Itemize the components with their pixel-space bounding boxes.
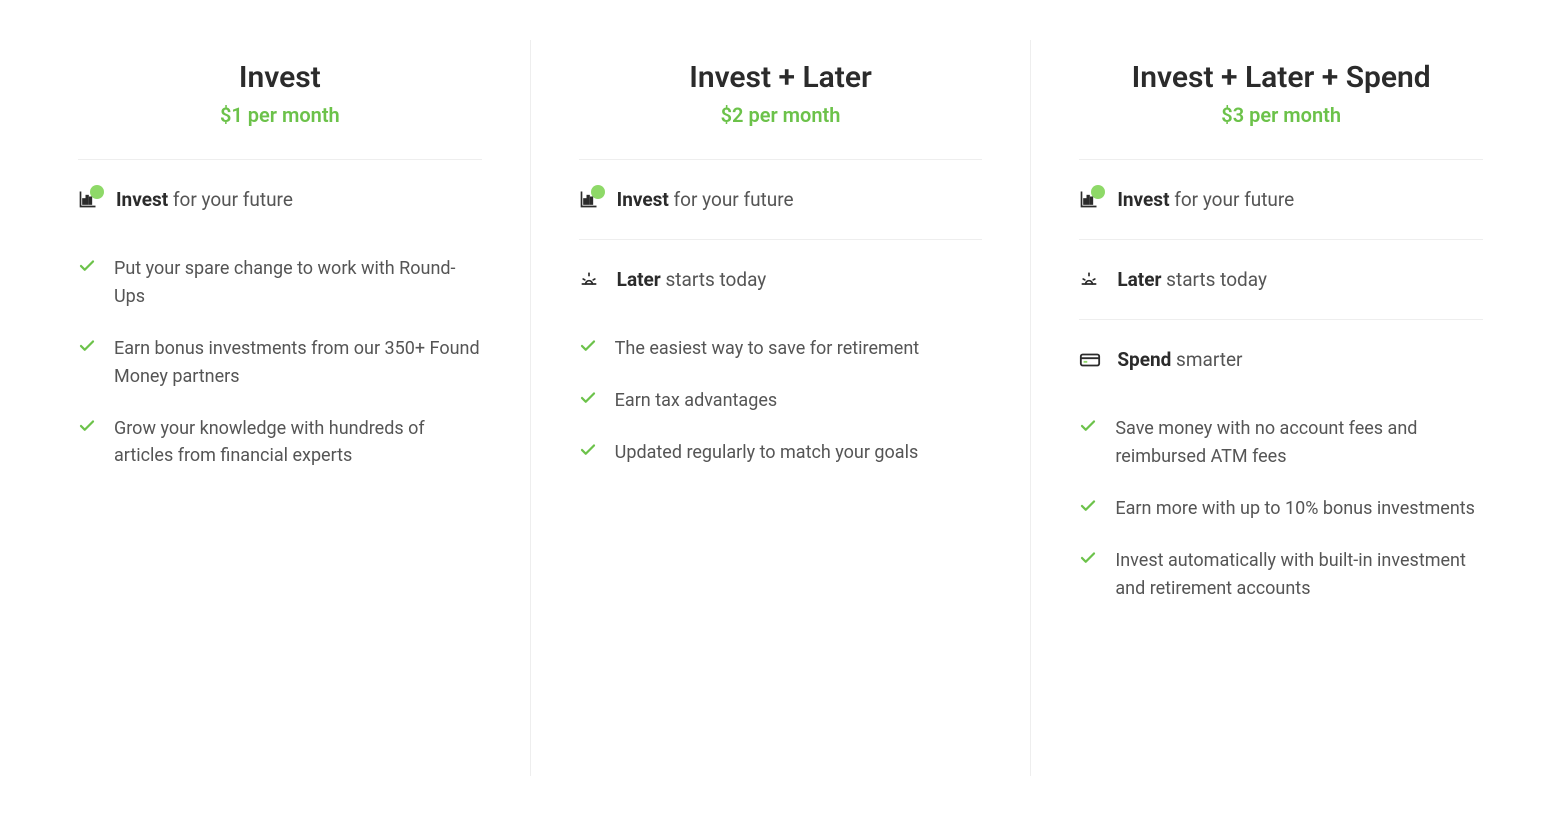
check-icon [1079,549,1097,567]
plan-title: Invest + Later + Spend [1079,60,1483,95]
plan-price: $3 per month [1079,103,1483,127]
check-icon [78,337,96,355]
chart-icon [1079,189,1101,211]
sunrise-icon [579,269,601,291]
list-item: Earn more with up to 10% bonus investmen… [1079,483,1483,535]
feature-list: Save money with no account fees and reim… [1079,403,1483,614]
section-later: Later starts today [1079,240,1483,320]
check-icon [579,441,597,459]
list-item: Earn bonus investments from our 350+ Fou… [78,323,482,403]
section-label: Invest for your future [116,188,293,211]
check-icon [1079,497,1097,515]
section-label: Later starts today [617,268,767,291]
section-label: Invest for your future [1117,188,1294,211]
plan-title: Invest [78,60,482,95]
plan-invest: Invest $1 per month Invest for your futu… [30,40,530,776]
plan-header: Invest $1 per month [78,60,482,160]
list-item: Grow your knowledge with hundreds of art… [78,403,482,483]
section-label: Later starts today [1117,268,1267,291]
list-item: The easiest way to save for retirement [579,323,983,375]
section-invest: Invest for your future [78,160,482,221]
list-item: Save money with no account fees and reim… [1079,403,1483,483]
feature-list: The easiest way to save for retirement E… [579,323,983,479]
section-invest: Invest for your future [1079,160,1483,240]
check-icon [78,257,96,275]
plan-header: Invest + Later $2 per month [579,60,983,160]
chart-icon [78,189,100,211]
feature-text: Earn tax advantages [615,387,777,415]
sunrise-icon [1079,269,1101,291]
feature-text: Earn bonus investments from our 350+ Fou… [114,335,482,391]
check-icon [579,389,597,407]
feature-text: Updated regularly to match your goals [615,439,919,467]
section-later: Later starts today [579,240,983,301]
feature-text: Put your spare change to work with Round… [114,255,482,311]
feature-text: Grow your knowledge with hundreds of art… [114,415,482,471]
section-invest: Invest for your future [579,160,983,240]
feature-text: Invest automatically with built-in inves… [1115,547,1483,603]
feature-list: Put your spare change to work with Round… [78,243,482,482]
section-label: Invest for your future [617,188,794,211]
feature-text: Save money with no account fees and reim… [1115,415,1483,471]
plan-invest-later: Invest + Later $2 per month Invest for y… [530,40,1031,776]
card-icon [1079,349,1101,371]
plan-header: Invest + Later + Spend $3 per month [1079,60,1483,160]
section-spend: Spend smarter [1079,320,1483,381]
check-icon [1079,417,1097,435]
plan-title: Invest + Later [579,60,983,95]
list-item: Updated regularly to match your goals [579,427,983,479]
plan-price: $1 per month [78,103,482,127]
list-item: Earn tax advantages [579,375,983,427]
chart-icon [579,189,601,211]
section-label: Spend smarter [1117,348,1242,371]
check-icon [579,337,597,355]
list-item: Invest automatically with built-in inves… [1079,535,1483,615]
plan-price: $2 per month [579,103,983,127]
pricing-comparison: Invest $1 per month Invest for your futu… [0,0,1561,816]
plan-invest-later-spend: Invest + Later + Spend $3 per month Inve… [1030,40,1531,776]
feature-text: Earn more with up to 10% bonus investmen… [1115,495,1475,523]
check-icon [78,417,96,435]
list-item: Put your spare change to work with Round… [78,243,482,323]
feature-text: The easiest way to save for retirement [615,335,920,363]
